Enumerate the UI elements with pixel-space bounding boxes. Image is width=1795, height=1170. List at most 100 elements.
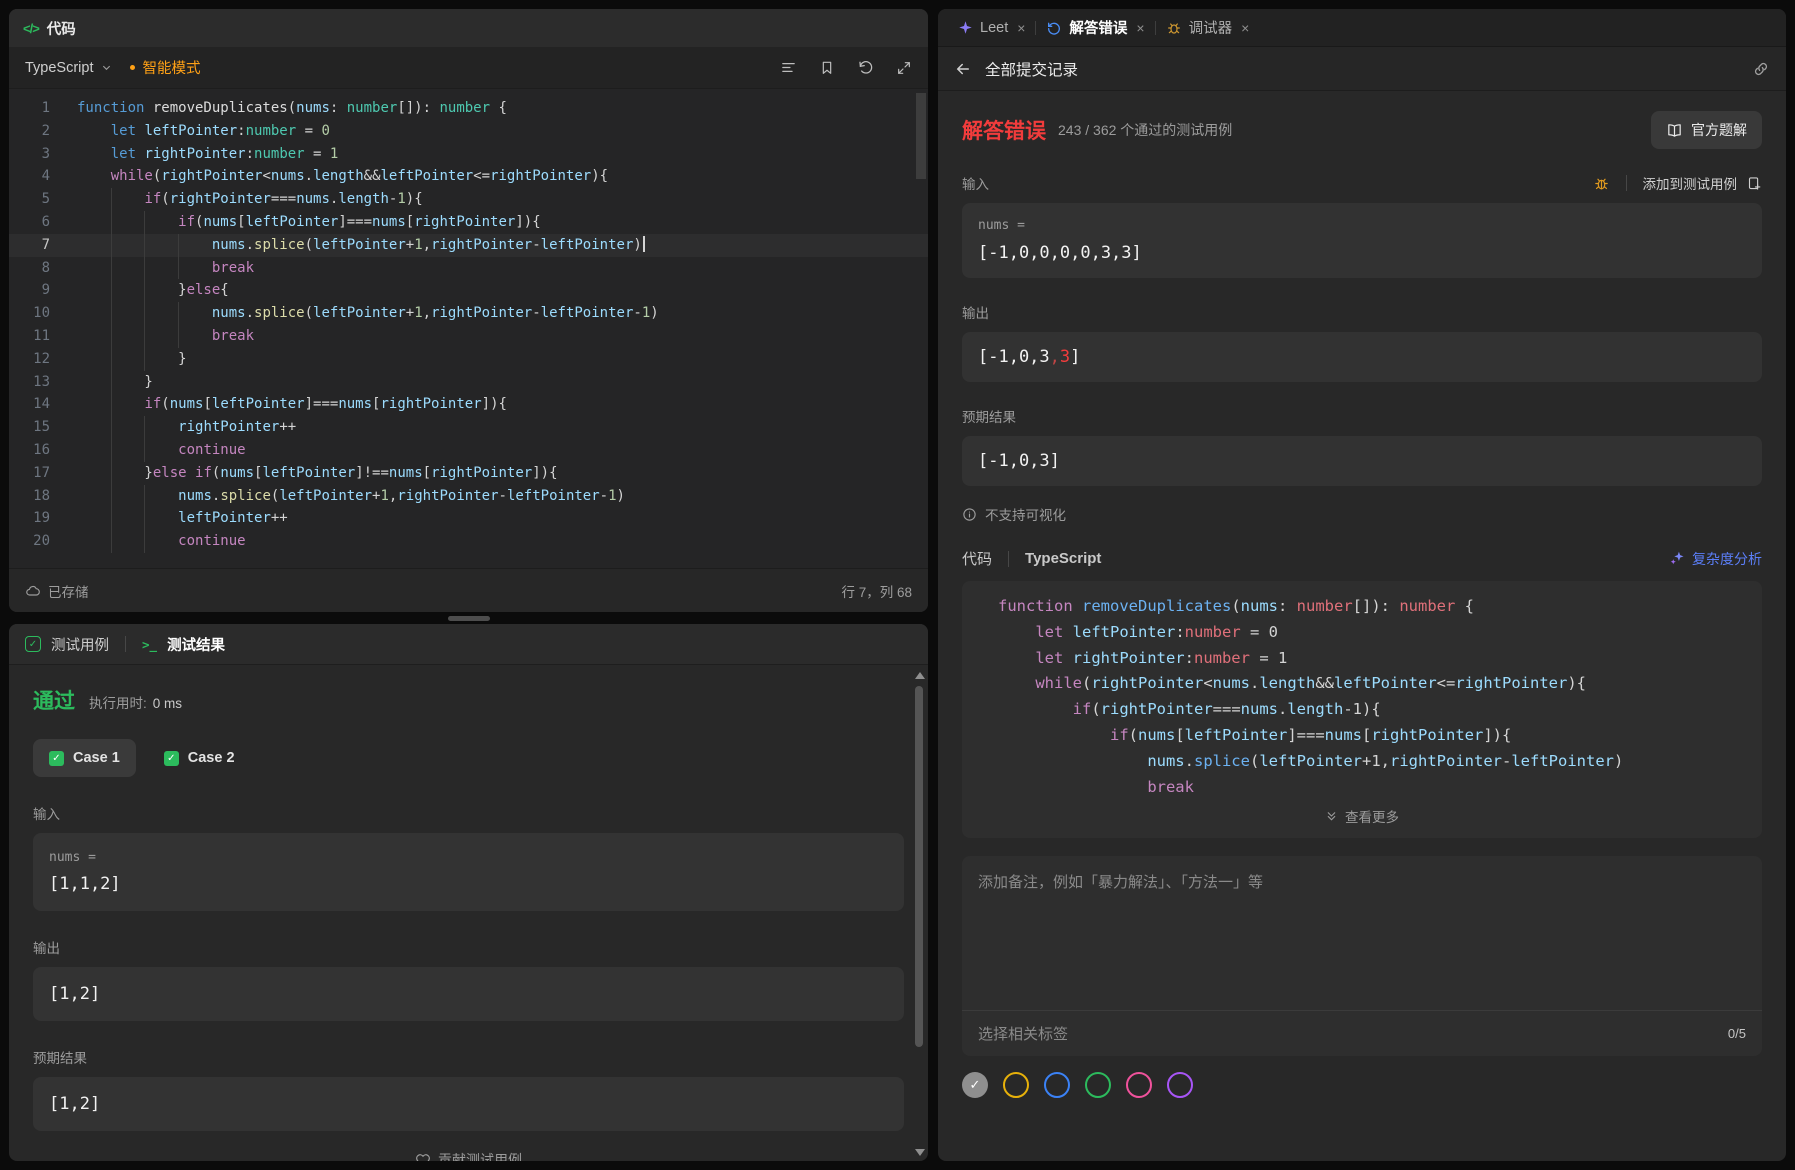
- history-icon: [1046, 20, 1062, 36]
- tab-bug[interactable]: 调试器 ×: [1156, 9, 1260, 46]
- close-icon[interactable]: ×: [1136, 20, 1144, 36]
- resize-pill[interactable]: [448, 616, 490, 621]
- line-number: 6: [9, 211, 77, 234]
- divider: [1008, 551, 1009, 567]
- case-check-icon: ✓: [164, 751, 179, 766]
- line-number: 2: [9, 120, 77, 143]
- tag-color-dot[interactable]: [1126, 1072, 1152, 1098]
- case-tab[interactable]: ✓Case 2: [148, 739, 251, 777]
- line-number: 14: [9, 393, 77, 416]
- code-line: 4 while(rightPointer<nums.length&&leftPo…: [9, 165, 928, 188]
- tab-testcases[interactable]: 测试用例: [51, 634, 109, 655]
- editor-toolbar: TypeScript 智能模式: [9, 47, 928, 89]
- link-icon[interactable]: [1752, 60, 1770, 78]
- divider: [125, 636, 126, 652]
- undo-icon[interactable]: [857, 59, 874, 76]
- checkbox-icon: ✓: [25, 636, 41, 652]
- cursor-position: 行 7，列 68: [841, 581, 912, 601]
- result-output-label: 输出: [962, 302, 989, 322]
- result-output-row: 输出: [962, 302, 1762, 322]
- code-section-label: 代码: [962, 548, 992, 569]
- code-editor[interactable]: 1function removeDuplicates(nums: number[…: [9, 89, 928, 568]
- output-box: [1,2]: [33, 967, 904, 1021]
- scroll-up-icon[interactable]: [915, 672, 925, 679]
- code-line: 19 leftPointer++: [9, 507, 928, 530]
- tests-scrollbar[interactable]: [913, 670, 925, 1158]
- panel-title-code: 代码: [47, 18, 76, 39]
- tags-selector[interactable]: 选择相关标签 0/5: [962, 1010, 1762, 1056]
- info-icon: [962, 507, 977, 522]
- input-var-name: nums =: [49, 850, 888, 865]
- code-editor-panel: </> 代码 TypeScript 智能模式: [9, 9, 928, 612]
- add-to-testcase-link[interactable]: 添加到测试用例: [1643, 173, 1738, 193]
- expected-box: [1,2]: [33, 1077, 904, 1131]
- code-line: if(nums[leftPointer]===nums[rightPointer…: [962, 723, 1762, 749]
- line-number: 15: [9, 416, 77, 439]
- left-column: </> 代码 TypeScript 智能模式: [9, 9, 928, 1161]
- line-number: 12: [9, 348, 77, 371]
- back-arrow-icon[interactable]: [954, 60, 972, 78]
- tag-color-selected[interactable]: ✓: [962, 1072, 988, 1098]
- input-value[interactable]: [1,1,2]: [49, 874, 888, 894]
- sparkle-icon: [958, 20, 973, 35]
- scroll-thumb[interactable]: [915, 686, 923, 1047]
- tag-color-dot[interactable]: [1167, 1072, 1193, 1098]
- no-visualization-note: 不支持可视化: [962, 504, 1762, 524]
- close-icon[interactable]: ×: [1017, 20, 1025, 36]
- panel-resize-handle[interactable]: [9, 612, 928, 624]
- tab-sparkle[interactable]: Leet×: [948, 9, 1035, 46]
- editor-titlebar: </> 代码: [9, 9, 928, 47]
- save-status: 已存储: [48, 581, 89, 601]
- tab-label: 调试器: [1189, 17, 1233, 38]
- code-line: let rightPointer:number = 1: [962, 646, 1762, 672]
- code-line: 6 if(nums[leftPointer]===nums[rightPoint…: [9, 211, 928, 234]
- code-line: 18 nums.splice(leftPointer+1,rightPointe…: [9, 485, 928, 508]
- format-lines-icon[interactable]: [780, 59, 797, 76]
- smart-mode-indicator[interactable]: 智能模式: [130, 57, 201, 78]
- add-to-list-icon[interactable]: [1747, 176, 1762, 191]
- code-line: 1function removeDuplicates(nums: number[…: [9, 97, 928, 120]
- scroll-down-icon[interactable]: [915, 1149, 925, 1156]
- view-more-link[interactable]: 查看更多: [962, 800, 1762, 832]
- case-label: Case 1: [73, 750, 120, 766]
- tag-color-dot[interactable]: [1044, 1072, 1070, 1098]
- note-editor[interactable]: 添加备注，例如「暴力解法」、「方法一」等 选择相关标签 0/5: [962, 856, 1762, 1056]
- verdict-wrong-answer: 解答错误: [962, 115, 1046, 145]
- tab-testresult[interactable]: 测试结果: [167, 634, 225, 655]
- note-placeholder[interactable]: 添加备注，例如「暴力解法」、「方法一」等: [962, 856, 1762, 1010]
- subheader-title: 全部提交记录: [985, 58, 1078, 80]
- tag-color-dot[interactable]: [1085, 1072, 1111, 1098]
- runtime-label: 执行用时:: [89, 692, 147, 712]
- editor-statusbar: 已存储 行 7，列 68: [9, 568, 928, 612]
- line-number: 13: [9, 371, 77, 394]
- code-line: 11 break: [9, 325, 928, 348]
- case-tab[interactable]: ✓ Case 1: [33, 739, 136, 777]
- line-number: 9: [9, 279, 77, 302]
- case-check-icon: ✓: [49, 751, 64, 766]
- editor-scrollbar[interactable]: [916, 93, 926, 179]
- bookmark-icon[interactable]: [819, 60, 835, 76]
- complexity-analysis-link[interactable]: 复杂度分析: [1669, 549, 1762, 569]
- code-line: 15 rightPointer++: [9, 416, 928, 439]
- tab-history[interactable]: 解答错误×: [1036, 9, 1154, 46]
- input-label: 输入: [33, 803, 904, 823]
- line-number: 4: [9, 165, 77, 188]
- text-cursor: [643, 236, 645, 252]
- close-icon[interactable]: ×: [1241, 20, 1249, 36]
- language-selector[interactable]: TypeScript: [25, 60, 112, 76]
- bug-icon[interactable]: [1593, 175, 1610, 192]
- code-line: if(rightPointer===nums.length-1){: [962, 697, 1762, 723]
- result-input-var: nums =: [978, 218, 1746, 233]
- contribute-testcase-link[interactable]: 贡献测试用例: [33, 1150, 904, 1161]
- official-solution-button[interactable]: 官方题解: [1651, 111, 1762, 149]
- code-line: 20 continue: [9, 530, 928, 553]
- code-line: break: [962, 775, 1762, 801]
- input-box[interactable]: nums = [1,1,2]: [33, 833, 904, 911]
- tag-color-dot[interactable]: [1003, 1072, 1029, 1098]
- line-number: 19: [9, 507, 77, 530]
- code-line: 13 }: [9, 371, 928, 394]
- line-number: 7: [9, 234, 77, 257]
- line-number: 20: [9, 530, 77, 553]
- verdict-passed: 通过: [33, 685, 75, 715]
- expand-icon[interactable]: [896, 60, 912, 76]
